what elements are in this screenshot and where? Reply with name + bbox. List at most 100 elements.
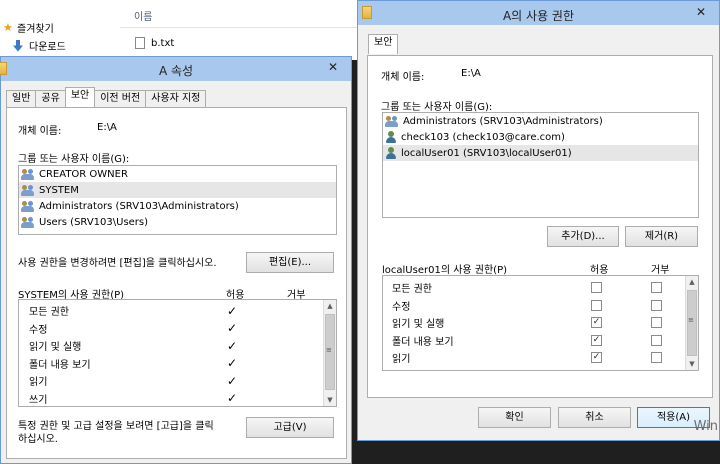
user-name: SYSTEM <box>39 184 79 196</box>
list-item[interactable]: Users (SRV103\Users) <box>19 214 336 230</box>
properties-dialog: A 속성 ✕ 일반 공유 보안 이전 버전 사용자 지정 개체 이름: E:\A 그룹 … <box>0 56 352 464</box>
titlebar: A의 사용 권한 ✕ <box>358 1 719 25</box>
deny-checkbox[interactable] <box>651 299 662 311</box>
allow-check-icon: ✓ <box>227 321 238 335</box>
list-item[interactable]: localUser01 (SRV103\localUser01) <box>383 145 698 161</box>
allow-check-icon: ✓ <box>227 338 238 353</box>
allow-header: 허용 <box>590 265 609 276</box>
advanced-hint-line2: 하십시오. <box>18 434 58 445</box>
edit-hint: 사용 권한을 변경하려면 [편집]을 클릭하십시오. <box>18 258 217 269</box>
nav-favorites[interactable]: ★ 즐겨찾기 <box>3 20 54 35</box>
scroll-down-icon[interactable]: ▼ <box>686 358 698 370</box>
permission-row: 모든 권한 <box>383 279 683 296</box>
column-header-name[interactable]: 이름 <box>120 8 360 28</box>
titlebar: A 속성 ✕ <box>0 57 351 81</box>
user-list[interactable]: Administrators (SRV103\Administrators) ch… <box>382 112 699 218</box>
scroll-up-icon[interactable]: ▲ <box>324 300 336 312</box>
grip-icon: ≡ <box>326 346 332 354</box>
tab-4[interactable]: 사용자 지정 <box>145 90 207 107</box>
scrollbar[interactable]: ▲ ≡ ▼ <box>323 300 336 406</box>
permission-row: 모든 권한 ✓ <box>19 302 319 319</box>
group-user-label: 그룹 또는 사용자 이름(G): <box>18 154 130 165</box>
tab-strip: 보안 <box>368 34 399 54</box>
permission-row: 읽기 및 실행 ✓ <box>19 337 319 354</box>
permission-name: 읽기 및 실행 <box>392 319 445 330</box>
tab-3[interactable]: 이전 버전 <box>94 90 147 107</box>
deny-checkbox[interactable] <box>651 282 662 293</box>
permission-name: 읽기 <box>29 377 48 388</box>
close-button[interactable]: ✕ <box>689 3 713 21</box>
downloads-label: 다운로드 <box>29 42 66 53</box>
dialog-title: A의 사용 권한 <box>502 9 575 23</box>
grip-icon: ≡ <box>688 316 694 324</box>
allow-checkbox[interactable]: ✓ <box>591 352 602 363</box>
permission-name: 모든 권한 <box>29 307 69 318</box>
column-name-label: 이름 <box>134 12 153 23</box>
user-name: Administrators (SRV103\Administrators) <box>39 200 239 212</box>
close-button[interactable]: ✕ <box>321 58 345 76</box>
permission-row: 폴더 내용 보기 ✓ <box>383 332 683 349</box>
permission-label: localUser01의 사용 권한(P) <box>382 265 508 276</box>
tab-1[interactable]: 공유 <box>35 90 66 107</box>
permission-row: 읽기 ✓ <box>383 349 683 366</box>
user-list[interactable]: CREATOR OWNER SYSTEM Administrators (SRV10… <box>18 165 337 235</box>
deny-checkbox[interactable] <box>651 352 662 363</box>
remove-button[interactable]: 제거(R) <box>625 226 698 247</box>
list-item[interactable]: Administrators (SRV103\Administrators) <box>19 198 336 214</box>
object-name-value: E:\A <box>461 68 481 79</box>
group-icon <box>21 216 36 229</box>
watermark-text: Win <box>693 419 718 434</box>
permission-row: 폴더 내용 보기 ✓ <box>19 355 319 372</box>
object-name-label: 개체 이름: <box>18 126 62 137</box>
explorer-window: ★ 즐겨찾기 다운로드 이름 b.txt <box>0 0 360 60</box>
list-item[interactable]: check103 (check103@care.com) <box>383 129 698 145</box>
list-item[interactable]: Administrators (SRV103\Administrators) <box>383 113 698 129</box>
permission-row: 수정 <box>383 297 683 314</box>
ok-button[interactable]: 확인 <box>478 407 551 428</box>
allow-checkbox[interactable]: ✓ <box>591 334 602 346</box>
permission-name: 수정 <box>392 301 411 313</box>
add-button[interactable]: 추가(D)... <box>547 226 619 247</box>
tab-strip: 일반 공유 보안 이전 버전 사용자 지정 <box>6 87 207 107</box>
user-name: Administrators (SRV103\Administrators) <box>403 115 603 127</box>
tab-security[interactable]: 보안 <box>368 34 399 54</box>
deny-header: 거부 <box>651 265 670 276</box>
deny-checkbox[interactable] <box>651 334 662 346</box>
nav-downloads[interactable]: 다운로드 <box>3 38 66 53</box>
star-icon: ★ <box>3 21 13 34</box>
permission-name: 수정 <box>29 324 48 336</box>
allow-check-icon: ✓ <box>227 356 238 370</box>
tab-2[interactable]: 보안 <box>64 87 96 107</box>
group-icon <box>21 168 36 181</box>
user-icon <box>385 146 398 160</box>
cancel-button[interactable]: 취소 <box>558 407 631 428</box>
permission-name: 쓰기 <box>29 394 48 406</box>
scroll-up-icon[interactable]: ▲ <box>686 276 698 288</box>
allow-checkbox[interactable] <box>591 299 602 311</box>
permission-list[interactable]: 쓰기 ✓ 읽기 ✓ 폴더 내용 보기 ✓ 읽기 및 실행 ✓ 수정 ✓ 모든 권한 ✓ ▲ ≡ ▼ <box>18 299 337 407</box>
allow-checkbox[interactable]: ✓ <box>591 317 602 328</box>
tab-0[interactable]: 일반 <box>6 90 37 107</box>
deny-checkbox[interactable] <box>651 317 662 328</box>
allow-check-icon: ✓ <box>227 391 238 405</box>
file-row[interactable]: b.txt <box>135 37 174 49</box>
permission-list[interactable]: 읽기 ✓ 폴더 내용 보기 ✓ 읽기 및 실행 ✓ 수정 모든 권한 ▲ ≡ ▼ <box>382 275 699 371</box>
allow-check-icon: ✓ <box>227 303 238 318</box>
file-name: b.txt <box>151 37 175 49</box>
permission-name: 폴더 내용 보기 <box>392 336 454 348</box>
list-item[interactable]: SYSTEM <box>19 182 336 198</box>
group-icon <box>21 200 36 213</box>
scroll-down-icon[interactable]: ▼ <box>324 394 336 406</box>
group-icon <box>21 184 36 197</box>
list-item[interactable]: CREATOR OWNER <box>19 166 336 182</box>
group-icon <box>385 115 400 128</box>
scrollbar[interactable]: ▲ ≡ ▼ <box>685 276 698 370</box>
dialog-title: A 속성 <box>158 64 194 78</box>
permission-name: 읽기 <box>392 354 411 365</box>
user-name: CREATOR OWNER <box>39 168 128 180</box>
favorites-label: 즐겨찾기 <box>17 24 54 35</box>
permission-row: 쓰기 ✓ <box>19 390 319 407</box>
allow-checkbox[interactable] <box>591 282 602 293</box>
advanced-button[interactable]: 고급(V) <box>246 417 334 438</box>
edit-button[interactable]: 편집(E)... <box>246 252 334 273</box>
